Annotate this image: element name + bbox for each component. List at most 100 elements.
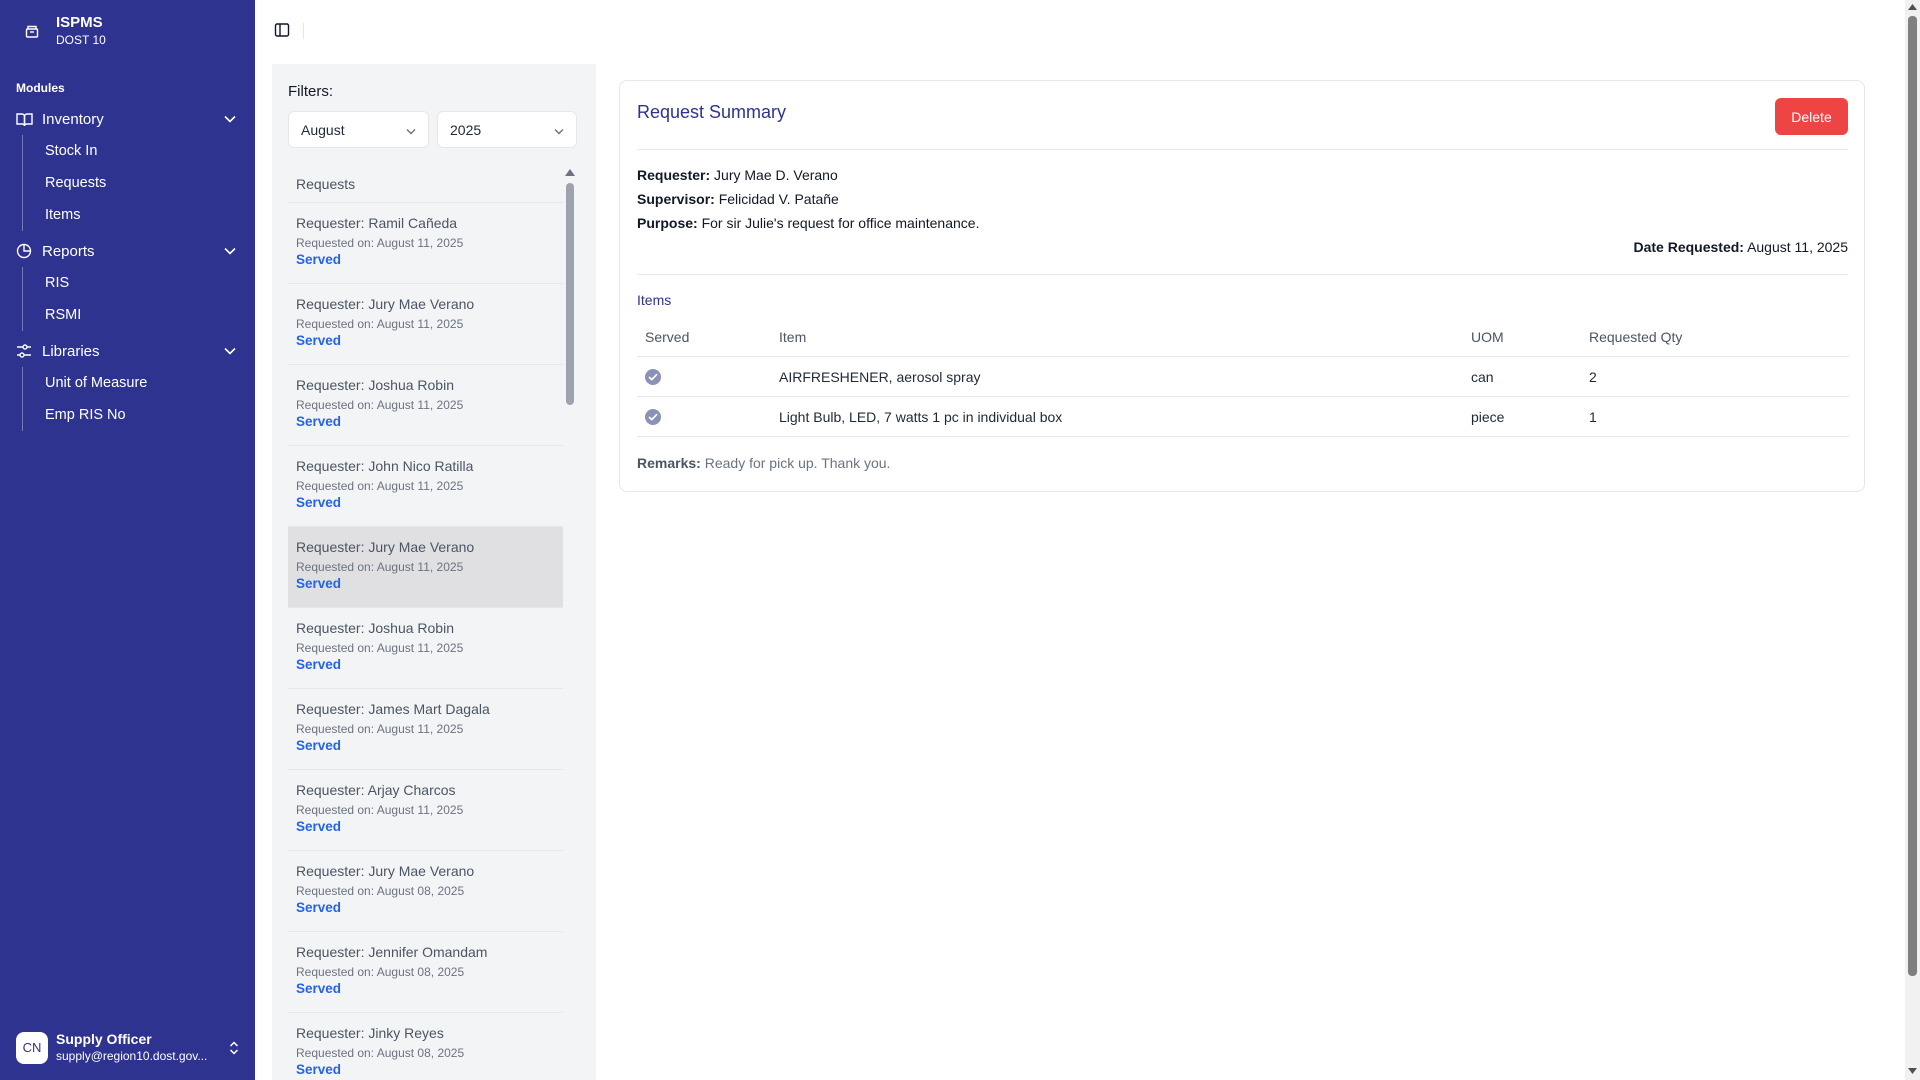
requester-value: Jury Mae D. Verano	[714, 167, 838, 183]
request-date: Requested on: August 08, 2025	[296, 965, 465, 979]
chevron-down-icon	[554, 122, 564, 138]
remarks-value: Ready for pick up. Thank you.	[704, 455, 891, 471]
chevron-down-icon	[223, 244, 237, 258]
request-requester: Requester: Ramil Cañeda	[296, 215, 458, 231]
modules-label: Modules	[16, 81, 65, 95]
sidebar-item-rsmi[interactable]: RSMI	[45, 299, 255, 331]
item-cell: Light Bulb, LED, 7 watts 1 pc in individ…	[779, 408, 1063, 425]
request-date: Requested on: August 11, 2025	[296, 398, 464, 412]
status-badge: Served	[296, 657, 342, 672]
scroll-up-arrow-icon[interactable]	[565, 167, 575, 177]
remarks-label: Remarks:	[637, 455, 701, 471]
sidebar-item-requests[interactable]: Requests	[45, 167, 255, 199]
summary-title: Request Summary	[637, 102, 787, 122]
scroll-up-arrow-icon[interactable]	[1908, 3, 1917, 12]
supervisor-label: Supervisor:	[637, 191, 715, 207]
request-date: Requested on: August 11, 2025	[296, 236, 464, 250]
request-requester: Requester: Jury Mae Verano	[296, 539, 475, 555]
item-cell: AIRFRESHENER, aerosol spray	[779, 368, 981, 385]
nav-inventory-submenu: Stock In Requests Items	[22, 135, 255, 231]
nav-inventory[interactable]: Inventory	[0, 103, 255, 135]
remarks: Remarks: Ready for pick up. Thank you.	[637, 455, 890, 471]
list-item[interactable]: Requester: Jennifer Omandam Requested on:…	[288, 932, 563, 1013]
scroll-down-arrow-icon[interactable]	[1908, 1066, 1917, 1075]
pie-chart-icon	[15, 242, 33, 260]
purpose-value: For sir Julie's request for office maint…	[701, 215, 980, 231]
month-select[interactable]: August	[288, 111, 429, 148]
request-requester: Requester: Joshua Robin	[296, 377, 454, 393]
request-requester: Requester: James Mart Dagala	[296, 701, 490, 717]
list-item[interactable]: Requester: Joshua Robin Requested on: Aug…	[288, 365, 563, 446]
month-select-value: August	[301, 121, 345, 138]
nav-reports-submenu: RIS RSMI	[22, 267, 255, 331]
brand-title: ISPMS	[56, 14, 103, 31]
list-item[interactable]: Requester: James Mart Dagala Requested on…	[288, 689, 563, 770]
list-item[interactable]: Requester: Ramil Cañeda Requested on: Aug…	[288, 203, 563, 284]
served-checkbox[interactable]	[645, 368, 661, 385]
served-cell	[637, 368, 779, 385]
box-icon	[22, 21, 42, 41]
nav-group-libraries: Libraries Unit of Measure Emp RIS No	[0, 335, 255, 431]
request-date: Requested on: August 11, 2025	[296, 479, 464, 493]
nav-libraries[interactable]: Libraries	[0, 335, 255, 367]
brand[interactable]: ISPMS DOST 10	[22, 14, 106, 48]
column-header-served: Served	[645, 329, 690, 345]
check-icon	[648, 373, 658, 381]
items-table: Served Item UOM Requested Qty AIRFRESHEN…	[637, 318, 1849, 437]
user-menu[interactable]: CN Supply Officer supply@region10.dost.g…	[16, 1031, 241, 1064]
list-item[interactable]: Requester: Jinky Reyes Requested on: Augu…	[288, 1013, 563, 1080]
nav-group-reports: Reports RIS RSMI	[0, 235, 255, 331]
requests-panel: Filters: August 2025 Requests Requester:…	[272, 64, 596, 1080]
items-label: Items	[637, 292, 672, 308]
supervisor-value: Felicidad V. Patañe	[718, 191, 839, 207]
list-item[interactable]: Requester: Jury Mae Verano Requested on: …	[288, 527, 563, 608]
chevron-down-icon	[406, 122, 416, 138]
status-badge: Served	[296, 900, 342, 915]
list-item[interactable]: Requester: John Nico Ratilla Requested on…	[288, 446, 563, 527]
status-badge: Served	[296, 981, 342, 996]
chevron-down-icon	[223, 112, 237, 126]
status-badge: Served	[296, 738, 342, 753]
table-row: Light Bulb, LED, 7 watts 1 pc in individ…	[637, 397, 1849, 437]
delete-button[interactable]: Delete	[1775, 98, 1848, 135]
user-email: supply@region10.dost.gov...	[56, 1049, 208, 1063]
sidebar-item-items[interactable]: Items	[45, 199, 255, 231]
list-item[interactable]: Requester: Jury Mae Verano Requested on: …	[288, 851, 563, 932]
status-badge: Served	[296, 495, 342, 510]
requests-list-header: Requests	[288, 165, 563, 203]
panel-left-icon	[274, 22, 290, 43]
purpose-label: Purpose:	[637, 215, 698, 231]
sidebar-toggle-button[interactable]	[272, 22, 292, 42]
request-requester: Requester: Jury Mae Verano	[296, 863, 475, 879]
qty-cell: 1	[1589, 408, 1597, 425]
sidebar-item-ris[interactable]: RIS	[45, 267, 255, 299]
list-item[interactable]: Requester: Jury Mae Verano Requested on: …	[288, 284, 563, 365]
year-select[interactable]: 2025	[437, 111, 577, 148]
list-item[interactable]: Requester: Arjay Charcos Requested on: Au…	[288, 770, 563, 851]
requester-line: Requester: Jury Mae D. Verano	[637, 167, 838, 183]
book-icon	[15, 110, 33, 128]
nav-reports-label: Reports	[42, 242, 95, 260]
request-requester: Requester: Arjay Charcos	[296, 782, 456, 798]
sidebar-item-stock-in[interactable]: Stock In	[45, 135, 255, 167]
sliders-icon	[15, 342, 33, 360]
status-badge: Served	[296, 819, 342, 834]
sidebar-item-emp-ris-no[interactable]: Emp RIS No	[45, 399, 255, 431]
nav-reports[interactable]: Reports	[0, 235, 255, 267]
date-requested-value: August 11, 2025	[1747, 239, 1848, 255]
uom-cell: piece	[1471, 408, 1505, 425]
page-scrollbar-thumb[interactable]	[1908, 16, 1917, 976]
sidebar-item-unit-of-measure[interactable]: Unit of Measure	[45, 367, 255, 399]
list-item[interactable]: Requester: Joshua Robin Requested on: Aug…	[288, 608, 563, 689]
qty-cell: 2	[1589, 368, 1597, 385]
page-scrollbar[interactable]	[1905, 0, 1920, 1080]
requester-label: Requester:	[637, 167, 711, 183]
user-name: Supply Officer	[56, 1031, 152, 1047]
status-badge: Served	[296, 414, 342, 429]
uom-cell: can	[1471, 368, 1494, 385]
served-checkbox[interactable]	[645, 408, 661, 425]
list-scrollbar-thumb[interactable]	[566, 183, 574, 405]
nav-libraries-label: Libraries	[42, 342, 100, 360]
supervisor-line: Supervisor: Felicidad V. Patañe	[637, 191, 839, 207]
request-date: Requested on: August 11, 2025	[296, 641, 464, 655]
